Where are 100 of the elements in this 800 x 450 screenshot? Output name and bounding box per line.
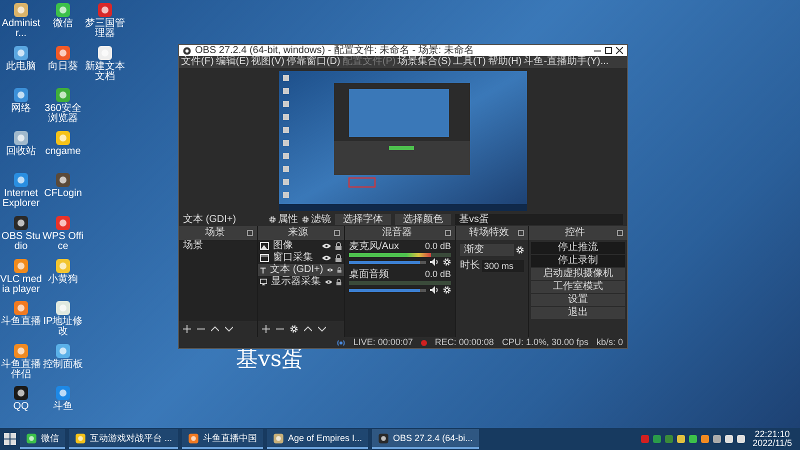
image-icon bbox=[260, 242, 269, 250]
eye-icon[interactable] bbox=[325, 279, 332, 285]
gear-icon[interactable] bbox=[443, 286, 451, 294]
gear-icon[interactable] bbox=[443, 258, 451, 266]
desktop-icon-label: 网络 bbox=[10, 104, 32, 114]
desktop-icon-label: VLC media player bbox=[0, 274, 42, 295]
window-icon bbox=[260, 254, 269, 262]
desktop-icon[interactable]: VLC media player bbox=[0, 258, 42, 300]
menu-item[interactable]: 场景集合(S) bbox=[398, 57, 452, 67]
monitor-icon bbox=[260, 278, 268, 286]
maximize-icon[interactable] bbox=[605, 47, 612, 54]
control-button[interactable]: 停止推流 bbox=[531, 242, 625, 254]
text-icon bbox=[260, 266, 266, 274]
control-button[interactable]: 退出 bbox=[531, 307, 625, 319]
desktop-icon[interactable]: 控制面板 bbox=[42, 342, 84, 386]
desktop-icon[interactable]: 此电脑 bbox=[0, 44, 42, 88]
desktop-icon[interactable]: 新建文本文档 bbox=[84, 44, 126, 88]
desktop-icon-label: 小黄狗 bbox=[47, 274, 79, 285]
clock-time: 22:21:10 bbox=[754, 430, 790, 439]
menu-item[interactable]: 停靠窗口(D) bbox=[286, 57, 340, 67]
lock-icon[interactable] bbox=[335, 254, 342, 262]
scene-item[interactable]: 场景 bbox=[179, 240, 257, 252]
start-icon[interactable] bbox=[4, 433, 16, 445]
toolbar-button[interactable]: 属性 bbox=[269, 214, 298, 224]
menu-item[interactable]: 斗鱼-直播助手(Y)... bbox=[524, 57, 609, 67]
eye-icon[interactable] bbox=[322, 255, 331, 261]
lock-icon[interactable] bbox=[336, 278, 342, 286]
move-up-icon[interactable] bbox=[211, 326, 219, 332]
select-font-button[interactable]: 选择字体 bbox=[335, 214, 391, 225]
taskbar-item[interactable]: 微信 bbox=[20, 429, 65, 449]
undock-icon[interactable] bbox=[445, 230, 451, 236]
lock-icon[interactable] bbox=[335, 242, 342, 250]
move-up-icon[interactable] bbox=[304, 326, 312, 332]
eye-icon[interactable] bbox=[327, 267, 334, 273]
desktop-icon-label: 回收站 bbox=[5, 146, 37, 157]
speaker-icon[interactable] bbox=[430, 258, 439, 266]
move-down-icon[interactable] bbox=[318, 326, 326, 332]
desktop-icon-label: OBS Studio bbox=[0, 232, 42, 252]
undock-icon[interactable] bbox=[518, 230, 524, 236]
control-button[interactable]: 启动虚拟摄像机 bbox=[531, 268, 625, 280]
transition-dropdown[interactable]: 渐变 bbox=[460, 244, 514, 256]
desktop-icon[interactable]: 小黄狗 bbox=[42, 258, 84, 300]
menu-item[interactable]: 视图(V) bbox=[251, 57, 284, 67]
desktop-icon[interactable]: 梦三国管理器 bbox=[84, 2, 126, 45]
desktop-icon[interactable]: WPS Office bbox=[42, 214, 84, 258]
taskbar-item[interactable]: 斗鱼直播中国 bbox=[182, 429, 264, 449]
taskbar-item[interactable]: Age of Empires I... bbox=[267, 429, 368, 449]
move-down-icon[interactable] bbox=[225, 326, 233, 332]
control-button[interactable]: 工作室模式 bbox=[531, 281, 625, 293]
duration-field[interactable]: 300 ms bbox=[482, 260, 524, 272]
desktop-icon[interactable]: IP地址修改 bbox=[42, 300, 84, 343]
desktop-icon-label: 斗鱼 bbox=[52, 402, 74, 412]
desktop-icon[interactable]: 斗鱼直播伴侣 bbox=[0, 342, 42, 386]
desktop-icon[interactable]: 斗鱼直播 bbox=[0, 300, 42, 343]
window-title: OBS 27.2.4 (64-bit, windows) - 配置文件: 未命名 - 场景: 未命名 bbox=[195, 46, 475, 56]
taskbar-item[interactable]: OBS 27.2.4 (64-bi... bbox=[372, 429, 479, 449]
menu-item[interactable]: 工具(T) bbox=[453, 57, 486, 67]
lock-icon[interactable] bbox=[337, 266, 342, 274]
speaker-icon[interactable] bbox=[430, 286, 439, 294]
eye-icon[interactable] bbox=[322, 243, 331, 249]
toolbar-button[interactable]: 滤镜 bbox=[302, 214, 331, 224]
desktop-icon[interactable]: 网络 bbox=[0, 87, 42, 130]
gear-icon[interactable] bbox=[302, 216, 309, 223]
desktop-icon[interactable]: QQ bbox=[0, 385, 42, 428]
source-item[interactable]: 文本 (GDI+) bbox=[258, 264, 344, 276]
menu-item[interactable]: 编辑(E) bbox=[216, 57, 250, 67]
gear-icon[interactable] bbox=[516, 246, 524, 254]
taskbar-item[interactable]: 互动游戏对战平台 ... bbox=[69, 429, 178, 449]
gear-icon[interactable] bbox=[290, 325, 298, 333]
channel-name: 麦克风/Aux bbox=[349, 242, 400, 252]
desktop-icon[interactable]: CFLogin bbox=[42, 172, 84, 215]
text-input-field[interactable]: 基vs蛋 bbox=[455, 214, 623, 225]
desktop-icon[interactable]: 斗鱼 bbox=[42, 385, 84, 428]
undock-icon[interactable] bbox=[334, 230, 340, 236]
desktop-icon-label: 斗鱼直播伴侣 bbox=[0, 360, 42, 380]
source-item[interactable]: 显示器采集 bbox=[258, 276, 344, 288]
undock-icon[interactable] bbox=[617, 230, 623, 236]
desktop-icon[interactable]: 回收站 bbox=[0, 130, 42, 172]
desktop-icon[interactable]: Internet Explorer bbox=[0, 172, 42, 215]
undock-icon[interactable] bbox=[247, 230, 253, 236]
source-item[interactable]: 窗口采集 bbox=[258, 252, 344, 264]
desktop-icon[interactable]: Administr... bbox=[0, 2, 42, 45]
desktop-icon[interactable]: 微信 bbox=[42, 2, 84, 45]
menu-item[interactable]: 文件(F) bbox=[181, 57, 214, 67]
desktop-icon[interactable]: 向日葵 bbox=[42, 44, 84, 88]
desktop-icon-label: WPS Office bbox=[42, 232, 84, 252]
gear-icon[interactable] bbox=[269, 216, 276, 223]
bitrate-status: kb/s: 0 bbox=[596, 338, 623, 347]
menu-item[interactable]: 帮助(H) bbox=[488, 57, 522, 67]
add-icon[interactable] bbox=[262, 325, 270, 333]
rec-timer: REC: 00:00:08 bbox=[434, 338, 494, 347]
control-button[interactable]: 停止录制 bbox=[531, 255, 625, 267]
desktop-icon[interactable]: cngame bbox=[42, 130, 84, 172]
close-icon[interactable] bbox=[616, 47, 623, 54]
add-icon[interactable] bbox=[183, 325, 191, 333]
control-button[interactable]: 设置 bbox=[531, 294, 625, 306]
desktop-icon[interactable]: OBS Studio bbox=[0, 214, 42, 258]
source-item[interactable]: 图像 bbox=[258, 240, 344, 252]
desktop-icon[interactable]: 360安全浏览器 bbox=[42, 87, 84, 130]
select-color-button[interactable]: 选择颜色 bbox=[395, 214, 451, 225]
